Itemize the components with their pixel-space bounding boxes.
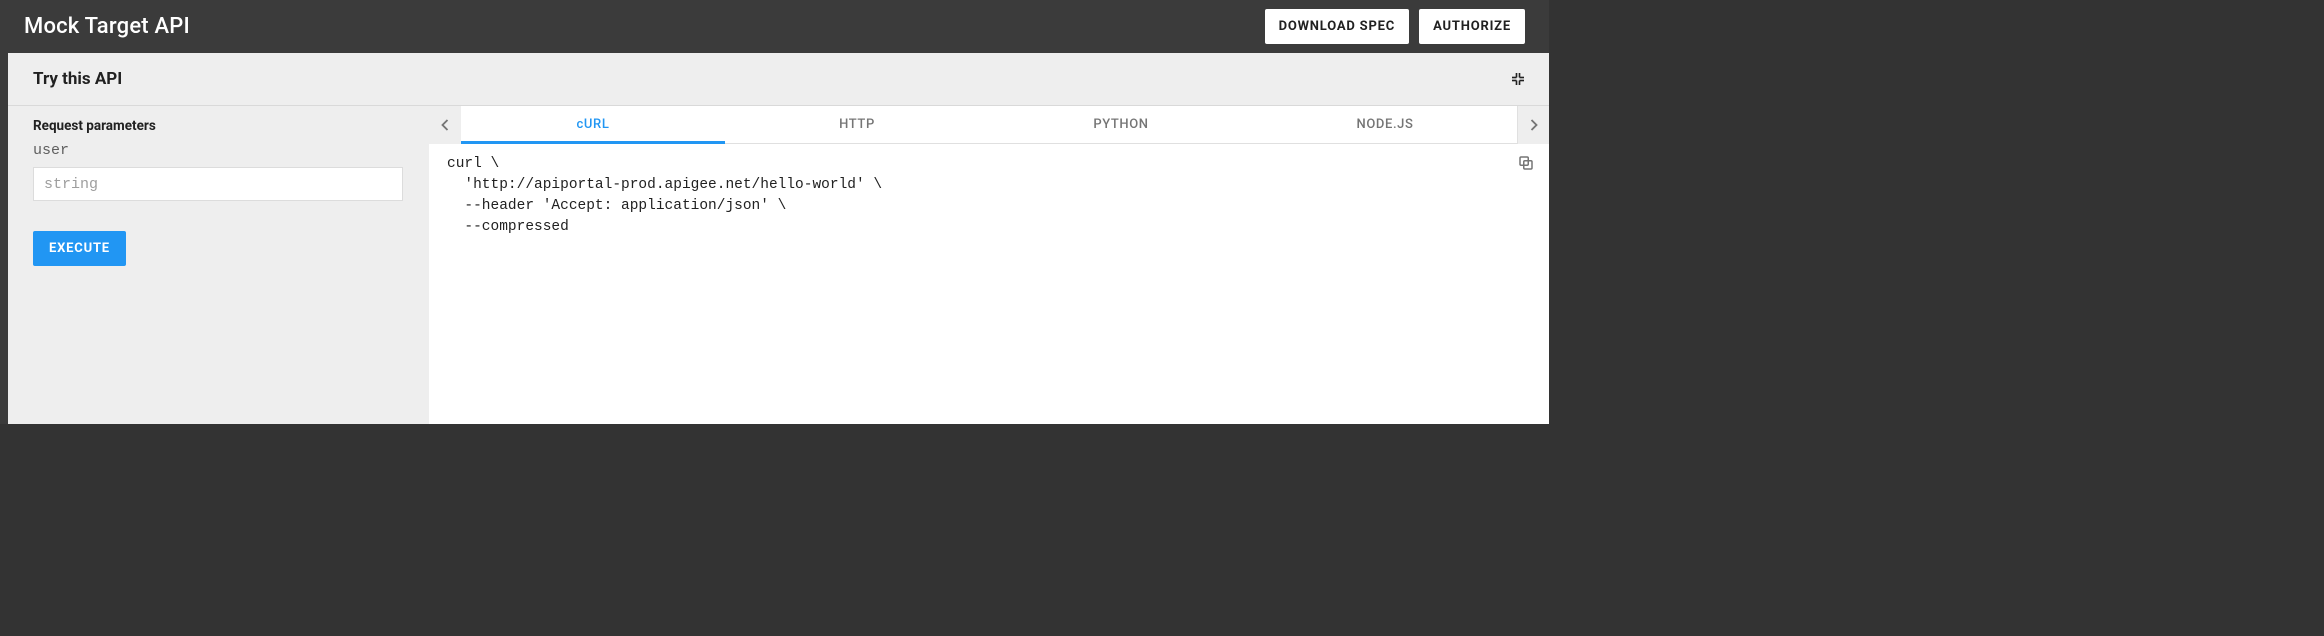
tab-python[interactable]: PYTHON [989,106,1253,143]
download-spec-button[interactable]: DOWNLOAD SPEC [1265,9,1409,44]
tab-label: NODE.JS [1357,117,1414,132]
tab-http[interactable]: HTTP [725,106,989,143]
tab-label: cURL [577,117,610,132]
collapse-icon[interactable] [1509,70,1527,88]
app-root: Mock Target API DOWNLOAD SPEC AUTHORIZE … [0,0,1549,424]
tab-curl[interactable]: cURL [461,106,725,143]
tabs-scroll-left-button[interactable] [429,106,461,144]
tab-nodejs[interactable]: NODE.JS [1253,106,1517,143]
page-title: Mock Target API [24,14,1255,39]
code-tabs: cURL HTTP PYTHON NODE.JS [461,106,1517,144]
panel-body: Request parameters user EXECUTE cURL [8,106,1549,424]
app-header: Mock Target API DOWNLOAD SPEC AUTHORIZE [0,0,1549,53]
param-name-user: user [33,142,403,159]
execute-button[interactable]: EXECUTE [33,231,126,266]
copy-icon[interactable] [1517,154,1535,172]
authorize-button[interactable]: AUTHORIZE [1419,9,1525,44]
tabs-scroll-right-button[interactable] [1517,106,1549,144]
code-tabs-row: cURL HTTP PYTHON NODE.JS [429,106,1549,144]
request-parameters-section: Request parameters user EXECUTE [8,106,429,424]
panel-title: Try this API [33,69,1509,89]
param-input-user[interactable] [33,167,403,201]
code-sample-section: cURL HTTP PYTHON NODE.JS [429,106,1549,424]
code-snippet: curl \ 'http://apiportal-prod.apigee.net… [447,154,1505,238]
code-snippet-area: curl \ 'http://apiportal-prod.apigee.net… [429,144,1549,424]
tab-label: PYTHON [1093,117,1148,132]
try-api-panel: Try this API Request parameters user EXE… [0,53,1549,424]
panel-header: Try this API [8,53,1549,106]
tab-label: HTTP [839,117,875,132]
request-parameters-label: Request parameters [33,118,403,134]
